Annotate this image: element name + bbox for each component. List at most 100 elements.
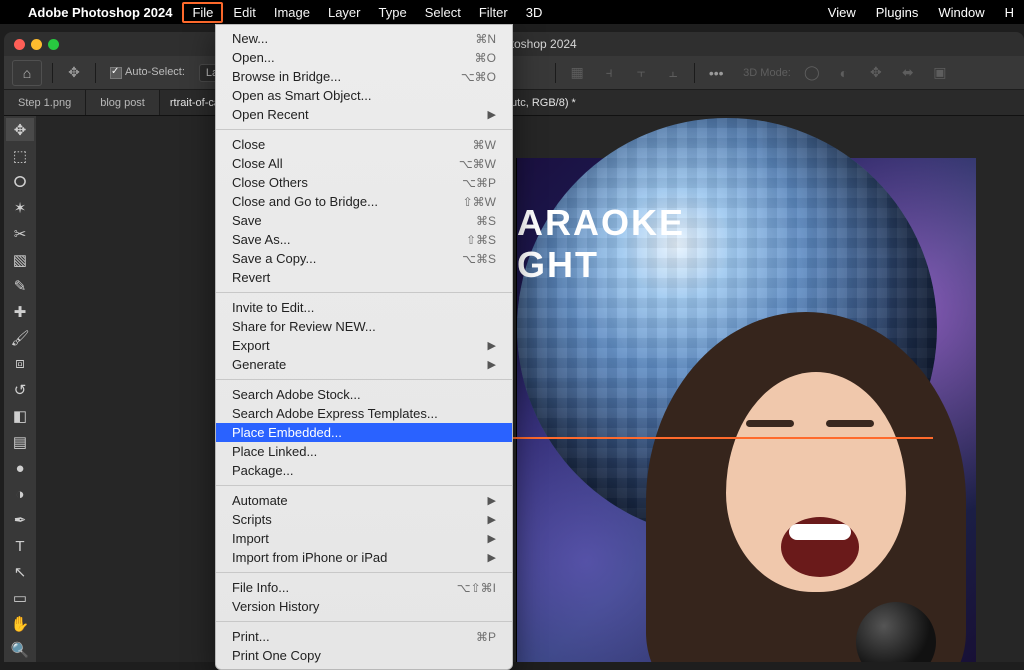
shortcut-label: ⌥⌘S — [462, 252, 496, 266]
menu-item-place-linked[interactable]: Place Linked... — [216, 442, 512, 461]
divider — [95, 63, 96, 83]
menu-item-label: Open Recent — [232, 107, 309, 122]
menu-type[interactable]: Type — [379, 5, 407, 20]
submenu-arrow-icon: ▶ — [488, 358, 496, 371]
shape-tool-icon[interactable]: ▭ — [6, 587, 34, 610]
menu-item-export[interactable]: Export▶ — [216, 336, 512, 355]
menu-item-open-recent[interactable]: Open Recent▶ — [216, 105, 512, 124]
menu-item-close[interactable]: Close⌘W — [216, 135, 512, 154]
divider — [52, 63, 53, 83]
shortcut-label: ⌘P — [476, 630, 496, 644]
menu-separator — [216, 621, 512, 622]
menu-3d[interactable]: 3D — [526, 5, 543, 20]
menu-layer[interactable]: Layer — [328, 5, 361, 20]
menu-image[interactable]: Image — [274, 5, 310, 20]
stamp-tool-icon[interactable]: ⧈ — [6, 352, 34, 375]
crop-tool-icon[interactable]: ✂ — [6, 222, 34, 245]
align-icon[interactable]: ⫞ — [598, 62, 620, 84]
menu-item-search-adobe-stock[interactable]: Search Adobe Stock... — [216, 385, 512, 404]
menu-item-label: Close Others — [232, 175, 308, 190]
menu-item-label: Share for Review NEW... — [232, 319, 376, 334]
menu-item-package[interactable]: Package... — [216, 461, 512, 480]
menu-item-generate[interactable]: Generate▶ — [216, 355, 512, 374]
zoom-tool-icon[interactable]: 🔍 — [6, 639, 34, 662]
pan-icon[interactable]: ✥ — [865, 62, 887, 84]
menu-select[interactable]: Select — [425, 5, 461, 20]
menu-help-trunc[interactable]: H — [1005, 5, 1014, 20]
menu-item-place-embedded[interactable]: Place Embedded... — [216, 423, 512, 442]
menu-item-open-as-smart-object[interactable]: Open as Smart Object... — [216, 86, 512, 105]
menu-item-close-all[interactable]: Close All⌥⌘W — [216, 154, 512, 173]
move-tool-icon[interactable]: ✥ — [6, 118, 34, 141]
menu-item-label: Print One Copy — [232, 648, 321, 663]
eraser-tool-icon[interactable]: ◧ — [6, 405, 34, 428]
menu-item-label: Place Embedded... — [232, 425, 342, 440]
menu-item-share-for-review-new[interactable]: Share for Review NEW... — [216, 317, 512, 336]
canvas-area[interactable]: ARAOKE GHT — [36, 116, 1024, 662]
menu-item-open[interactable]: Open...⌘O — [216, 48, 512, 67]
menu-filter[interactable]: Filter — [479, 5, 508, 20]
marquee-tool-icon[interactable]: ⬚ — [6, 144, 34, 167]
menu-item-file-info[interactable]: File Info...⌥⇧⌘I — [216, 578, 512, 597]
doc-tab[interactable]: Step 1.png — [4, 90, 86, 115]
doc-tab[interactable]: blog post — [86, 90, 160, 115]
menu-item-save-a-copy[interactable]: Save a Copy...⌥⌘S — [216, 249, 512, 268]
menu-item-print[interactable]: Print...⌘P — [216, 627, 512, 646]
document-tabs: Step 1.png blog post rtrait-of-carefree-… — [4, 90, 1024, 116]
home-button[interactable]: ⌂ — [12, 60, 42, 86]
pen-tool-icon[interactable]: ✒ — [6, 509, 34, 532]
document-canvas[interactable]: ARAOKE GHT — [516, 158, 976, 662]
menu-window[interactable]: Window — [938, 5, 984, 20]
frame-tool-icon[interactable]: ▧ — [6, 248, 34, 271]
shortcut-label: ⇧⌘W — [463, 195, 496, 209]
menu-item-save-as[interactable]: Save As...⇧⌘S — [216, 230, 512, 249]
menu-item-new[interactable]: New... ⌘N — [216, 29, 512, 48]
heal-tool-icon[interactable]: ✚ — [6, 300, 34, 323]
blur-tool-icon[interactable]: ● — [6, 457, 34, 480]
brush-tool-icon[interactable]: 🖌 — [6, 326, 34, 349]
menu-edit[interactable]: Edit — [233, 5, 255, 20]
menu-item-invite-to-edit[interactable]: Invite to Edit... — [216, 298, 512, 317]
more-icon[interactable]: ••• — [705, 62, 727, 84]
move-tool-mini-icon[interactable]: ✥ — [63, 62, 85, 84]
camera-icon[interactable]: ▣ — [929, 62, 951, 84]
menu-item-automate[interactable]: Automate▶ — [216, 491, 512, 510]
align-icon[interactable]: ⫠ — [662, 62, 684, 84]
shortcut-label: ⌘N — [475, 32, 496, 46]
auto-select-checkbox[interactable]: Auto-Select: — [106, 64, 189, 80]
slide-icon[interactable]: ⬌ — [897, 62, 919, 84]
menu-item-save[interactable]: Save⌘S — [216, 211, 512, 230]
wand-tool-icon[interactable]: ✶ — [6, 196, 34, 219]
type-tool-icon[interactable]: T — [6, 535, 34, 558]
orbit-icon[interactable]: ◯ — [801, 62, 823, 84]
menu-item-print-one-copy[interactable]: Print One Copy — [216, 646, 512, 665]
mac-menubar: Adobe Photoshop 2024 File Edit Image Lay… — [0, 0, 1024, 24]
path-tool-icon[interactable]: ↖ — [6, 561, 34, 584]
gradient-tool-icon[interactable]: ▤ — [6, 431, 34, 454]
menu-item-scripts[interactable]: Scripts▶ — [216, 510, 512, 529]
menu-item-browse-in-bridge[interactable]: Browse in Bridge...⌥⌘O — [216, 67, 512, 86]
menu-item-label: Close All — [232, 156, 283, 171]
person-graphic — [616, 302, 996, 662]
menu-item-import-from-iphone-or-ipad[interactable]: Import from iPhone or iPad▶ — [216, 548, 512, 567]
lasso-tool-icon[interactable]: ⵔ — [6, 170, 34, 193]
menu-item-label: Revert — [232, 270, 270, 285]
roll-icon[interactable]: ◐ — [833, 62, 855, 84]
history-brush-icon[interactable]: ↺ — [6, 378, 34, 401]
menu-item-revert[interactable]: Revert — [216, 268, 512, 287]
menu-item-close-and-go-to-bridge[interactable]: Close and Go to Bridge...⇧⌘W — [216, 192, 512, 211]
align-icon[interactable]: ⫟ — [630, 62, 652, 84]
align-icon[interactable]: ▦ — [566, 62, 588, 84]
menu-item-close-others[interactable]: Close Others⌥⌘P — [216, 173, 512, 192]
shortcut-label: ⌘S — [476, 214, 496, 228]
menu-item-label: New... — [232, 31, 268, 46]
menu-file[interactable]: File — [182, 2, 223, 23]
hand-tool-icon[interactable]: ✋ — [6, 613, 34, 636]
eyedropper-tool-icon[interactable]: ✎ — [6, 274, 34, 297]
menu-view[interactable]: View — [828, 5, 856, 20]
dodge-tool-icon[interactable]: ◑ — [6, 483, 34, 506]
menu-item-import[interactable]: Import▶ — [216, 529, 512, 548]
menu-item-search-adobe-express-templates[interactable]: Search Adobe Express Templates... — [216, 404, 512, 423]
menu-item-version-history[interactable]: Version History — [216, 597, 512, 616]
menu-plugins[interactable]: Plugins — [876, 5, 919, 20]
